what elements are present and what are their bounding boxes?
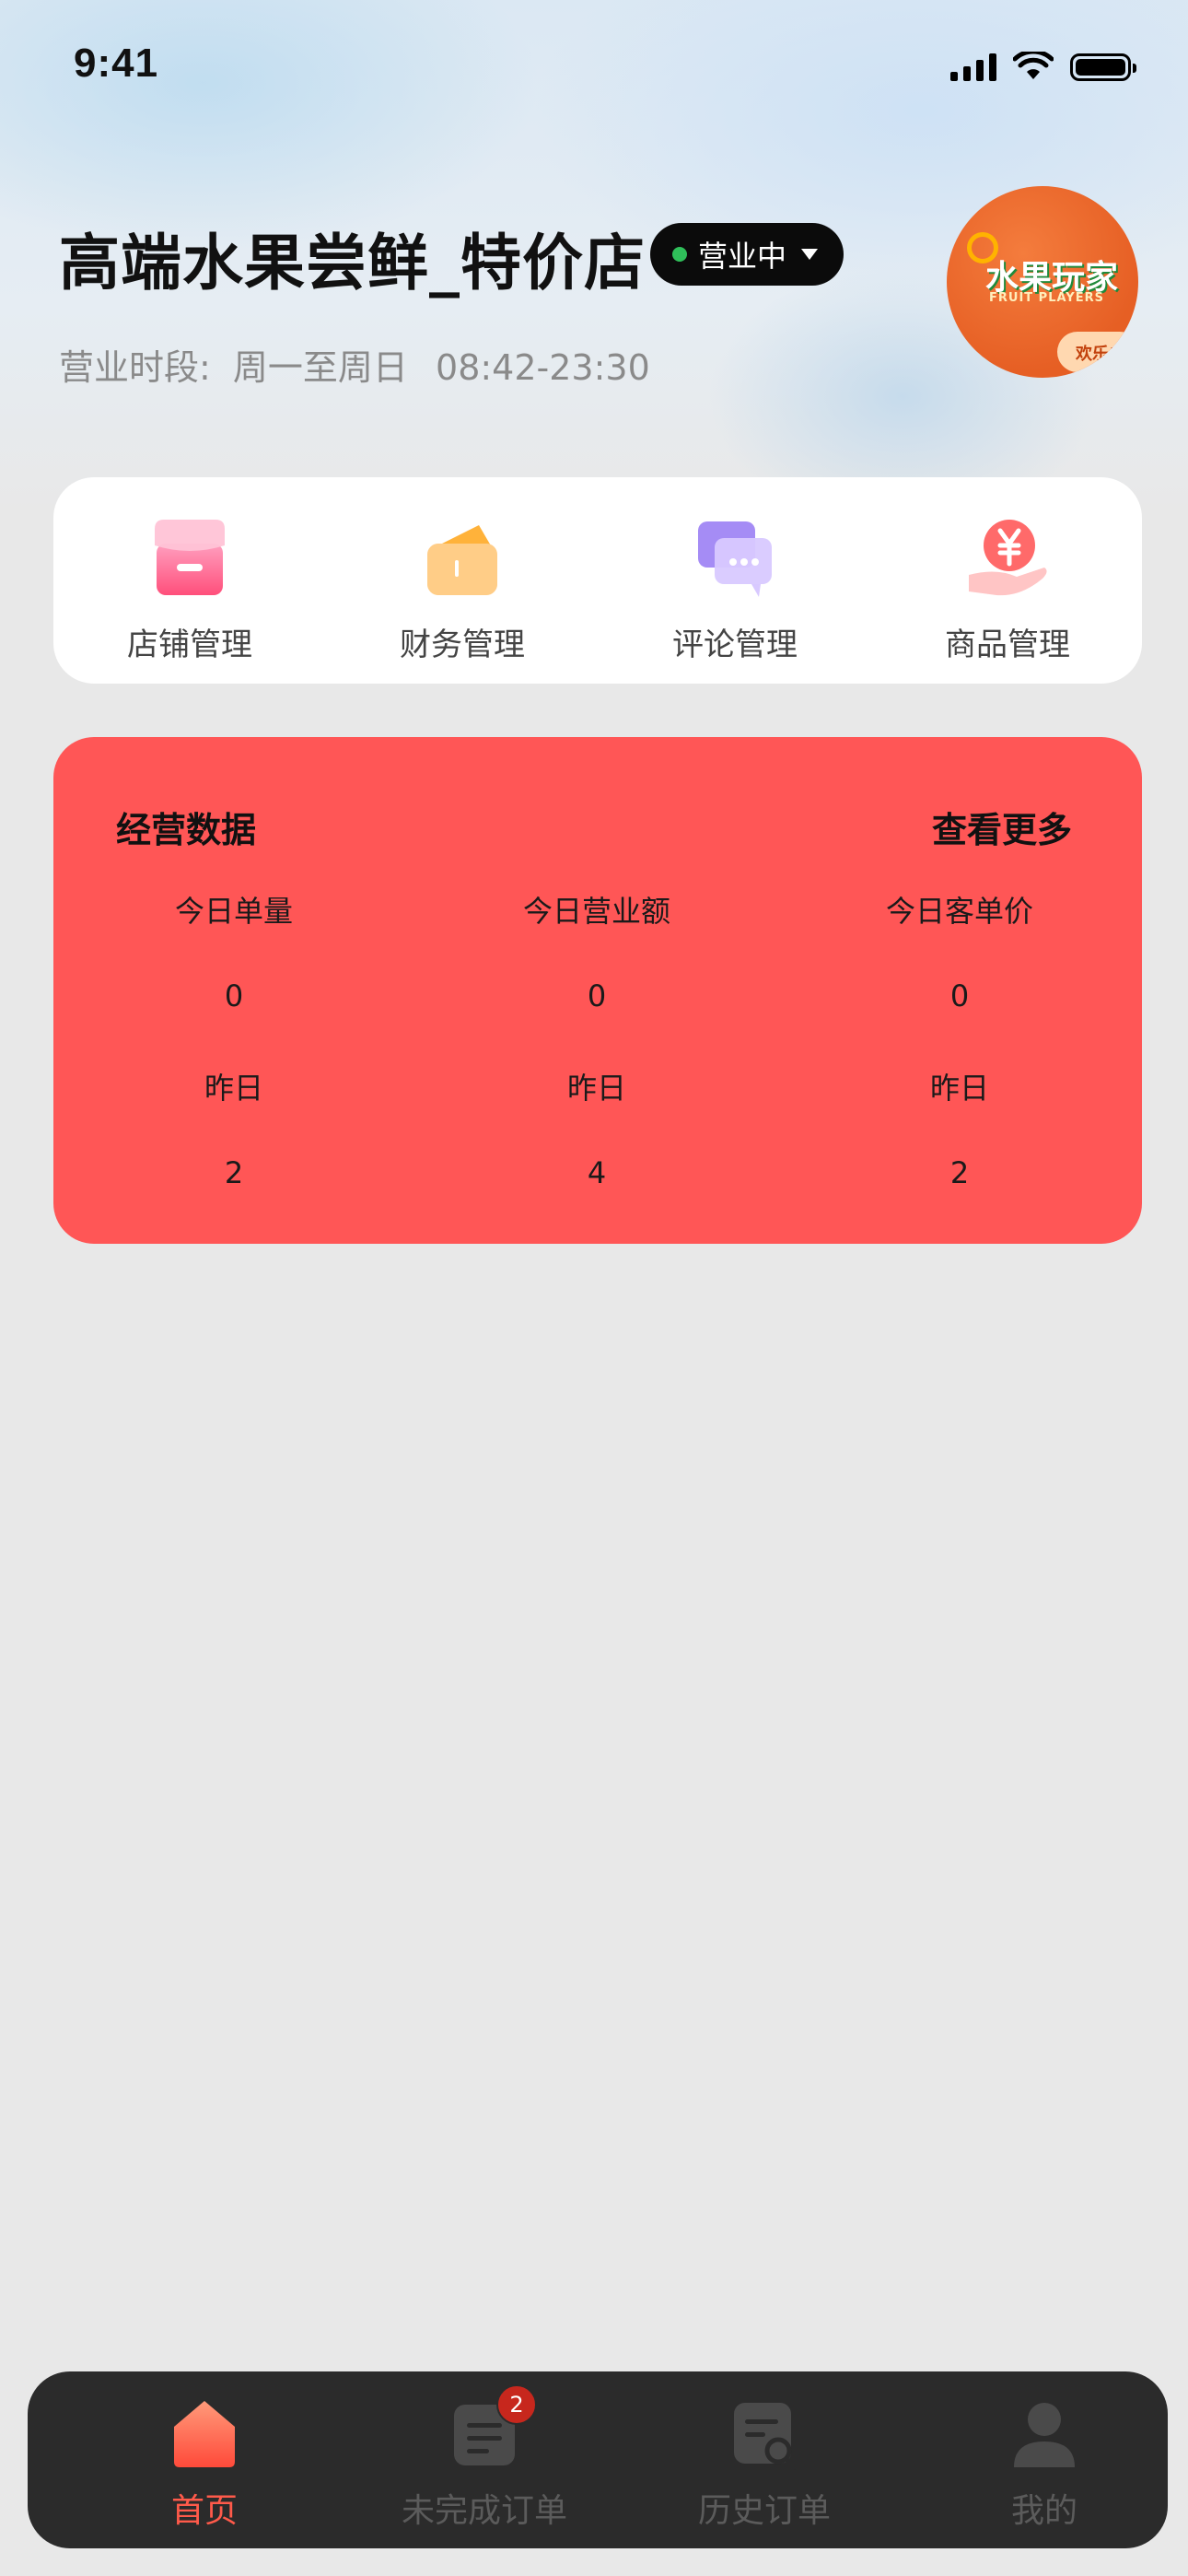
hours-days: 周一至周日 [232,347,408,388]
stat-value: 0 [949,978,970,1013]
order-list-icon: 2 [448,2384,537,2471]
tab-home[interactable]: 首页 [85,2395,324,2532]
comments-icon [687,510,783,606]
quick-action-label: 店铺管理 [127,626,252,663]
store-name: 高端水果尝鲜_特价店 [59,228,646,299]
tab-label: 我的 [1010,2492,1077,2530]
caret-down-icon [801,249,819,260]
wifi-icon [1013,52,1054,79]
yuan-hand-icon [960,510,1055,606]
home-icon [169,2395,240,2471]
wallet-icon [414,510,510,606]
hours-time: 08:42-23:30 [436,347,650,388]
quick-action-finance[interactable]: 财务管理 [370,510,554,664]
stat-today-orders: 今日单量 0 昨日 2 [96,888,372,1190]
tab-profile[interactable]: 我的 [925,2395,1164,2532]
hours-label: 营业时段: [59,347,211,388]
store-logo[interactable]: 水果玩家 FRUIT PLAYERS 欢乐! [947,186,1138,378]
logo-tag: 欢乐! [1057,332,1138,372]
stat-yesterday-value: 2 [224,1155,244,1190]
stat-yesterday-label: 昨日 [929,1071,989,1106]
tab-order-history[interactable]: 历史订单 [645,2395,884,2532]
stat-label: 今日营业额 [522,894,670,929]
quick-action-products[interactable]: 商品管理 [915,510,1100,664]
status-time: 9:41 [74,41,159,86]
stat-label: 今日客单价 [885,894,1033,929]
stat-yesterday-value: 4 [587,1155,607,1190]
tab-pending-orders[interactable]: 2 未完成订单 [365,2384,604,2532]
status-dot-icon [672,247,687,262]
tab-label: 未完成订单 [401,2492,567,2530]
tab-label: 历史订单 [697,2492,831,2530]
status-bar: 9:41 [0,0,1188,138]
business-status-dropdown[interactable]: 营业中 [650,223,844,286]
stat-avg-order-value: 今日客单价 0 昨日 2 [821,888,1098,1190]
status-icons [950,52,1136,81]
tab-label: 首页 [170,2492,238,2530]
bottom-tab-bar: 首页 2 未完成订单 历史订单 我的 [28,2371,1168,2548]
user-icon [1008,2395,1080,2471]
stat-value: 0 [587,978,607,1013]
business-status-label: 营业中 [698,239,787,274]
stat-value: 0 [224,978,244,1013]
order-search-icon [728,2395,800,2471]
quick-action-label: 评论管理 [672,626,798,663]
stat-yesterday-label: 昨日 [566,1071,626,1106]
quick-action-store[interactable]: 店铺管理 [98,510,282,664]
quick-action-label: 商品管理 [945,626,1070,663]
battery-icon [1070,53,1136,81]
stats-title: 经营数据 [116,810,257,850]
stat-label: 今日单量 [174,894,293,929]
pending-orders-badge: 2 [496,2384,537,2425]
stat-today-revenue: 今日营业额 0 昨日 4 [459,888,735,1190]
business-hours: 营业时段: 周一至周日 08:42-23:30 [59,339,650,390]
view-more-link[interactable]: 查看更多 [932,802,1072,852]
cellular-signal-icon [950,52,996,81]
quick-action-label: 财务管理 [400,626,525,663]
quick-actions-card: 店铺管理 财务管理 评论管理 商品管理 [53,477,1142,684]
business-stats-card: 经营数据 查看更多 今日单量 0 昨日 2 今日营业额 0 昨日 4 今日客单价… [53,737,1142,1244]
stat-yesterday-value: 2 [949,1155,970,1190]
logo-text-en: FRUIT PLAYERS [989,291,1104,305]
store-icon [142,510,238,606]
stat-yesterday-label: 昨日 [204,1071,263,1106]
quick-action-comments[interactable]: 评论管理 [643,510,827,664]
